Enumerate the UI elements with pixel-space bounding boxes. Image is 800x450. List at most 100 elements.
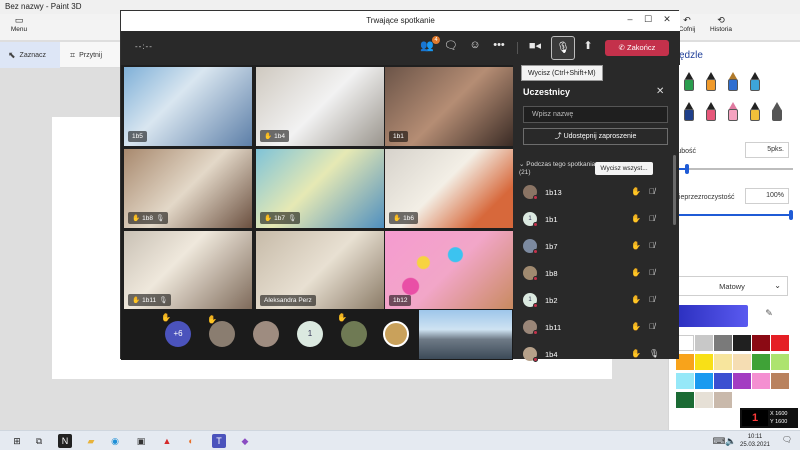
participant-row[interactable]: 1b11 ✋ 🎙̸ xyxy=(521,318,669,338)
maximize-icon[interactable]: ☐ xyxy=(641,14,655,28)
palette-color-swatch[interactable] xyxy=(752,354,770,370)
mute-all-button[interactable]: Wycisz wszyst... xyxy=(595,162,653,175)
participants-button[interactable]: 👥 4 xyxy=(417,36,440,57)
palette-color-swatch[interactable] xyxy=(695,335,713,351)
current-color-swatch[interactable] xyxy=(676,305,748,327)
video-tile[interactable]: ✋ 1b11 🎙 xyxy=(124,231,252,310)
opacity-input[interactable]: 100% xyxy=(745,188,789,204)
avatar[interactable] xyxy=(341,321,367,347)
file-explorer-icon[interactable]: ▰ xyxy=(84,434,98,448)
teams-titlebar: Trwające spotkanie – ☐ ✕ xyxy=(121,11,680,31)
participant-row[interactable]: 1 1b2 ✋ 🎙̸ xyxy=(521,291,669,311)
participants-scrollbar[interactable] xyxy=(673,155,676,225)
palette-color-swatch[interactable] xyxy=(714,373,732,389)
spray-brush[interactable] xyxy=(771,102,783,124)
crayon-brush[interactable] xyxy=(749,102,761,124)
video-tile[interactable]: ✋ 1b7 🎙 xyxy=(256,149,384,228)
paint-menu-button[interactable]: ▭ Menu xyxy=(6,14,32,40)
notification-center-button[interactable]: 🗨 xyxy=(781,435,793,447)
palette-color-swatch[interactable] xyxy=(771,335,789,351)
avatar[interactable] xyxy=(383,321,409,347)
participant-row[interactable]: 1b4 ✋ 🎙 xyxy=(521,345,669,365)
video-tile[interactable]: 1b12 xyxy=(385,231,513,310)
close-icon[interactable]: ✕ xyxy=(656,86,664,97)
select-tool[interactable]: ⬉ Zaznacz xyxy=(0,42,60,68)
pencil-brush[interactable] xyxy=(705,102,717,124)
participants-badge: 4 xyxy=(432,36,440,44)
minimize-icon[interactable]: – xyxy=(623,14,637,28)
video-tile[interactable]: Aleksandra Perz xyxy=(256,231,384,310)
more-actions-button[interactable]: ••• xyxy=(489,39,509,57)
mic-off-icon: 🎙̸ xyxy=(649,295,655,304)
task-view-icon[interactable]: ⧉ xyxy=(32,434,46,448)
palette-color-swatch[interactable] xyxy=(733,335,751,351)
reactions-button[interactable]: ☺ xyxy=(465,39,485,57)
palette-color-swatch[interactable] xyxy=(695,373,713,389)
oil-brush[interactable] xyxy=(727,72,739,94)
section-header[interactable]: ⌄ Podczas tego spotkania (21) xyxy=(519,161,595,177)
palette-color-swatch[interactable] xyxy=(714,354,732,370)
eyedropper-icon[interactable]: ✎ xyxy=(760,308,778,324)
thickness-slider[interactable] xyxy=(675,164,793,174)
close-icon[interactable]: ✕ xyxy=(660,14,674,28)
participant-row[interactable]: 1b8 ✋ 🎙̸ xyxy=(521,264,669,284)
video-tile[interactable]: ✋ 1b4 xyxy=(256,67,384,146)
palette-color-swatch[interactable] xyxy=(714,392,732,408)
notion-icon[interactable]: N xyxy=(58,434,72,448)
acrobat-icon[interactable]: ▲ xyxy=(160,434,174,448)
tile-label: 1b1 xyxy=(389,131,408,142)
palette-color-swatch[interactable] xyxy=(752,373,770,389)
palette-color-swatch[interactable] xyxy=(676,373,694,389)
participant-row[interactable]: 1 1b1 ✋ 🎙̸ xyxy=(521,210,669,230)
video-tile[interactable]: ✋ 1b8 🎙 xyxy=(124,149,252,228)
paint3d-icon[interactable]: ◆ xyxy=(238,434,252,448)
palette-color-swatch[interactable] xyxy=(676,392,694,408)
volume-icon[interactable]: 🔈 xyxy=(724,434,738,448)
avatar[interactable] xyxy=(209,321,235,347)
palette-color-swatch[interactable] xyxy=(733,354,751,370)
thickness-knob[interactable] xyxy=(685,164,690,174)
chat-button[interactable]: 🗨 xyxy=(441,39,461,57)
end-call-button[interactable]: ✆ Zakończ xyxy=(605,40,669,56)
tile-label: 1b5 xyxy=(128,131,147,142)
video-tile[interactable]: 1b5 xyxy=(124,67,252,146)
share-invite-button[interactable]: ⤴ Udostępnij zaproszenie xyxy=(523,128,668,145)
avatar[interactable]: 1 xyxy=(297,321,323,347)
self-view-video[interactable] xyxy=(419,310,512,359)
store-icon[interactable]: ▣ xyxy=(134,434,148,448)
watercolor-brush[interactable] xyxy=(749,72,761,94)
palette-color-swatch[interactable] xyxy=(771,354,789,370)
edge-icon[interactable]: ◉ xyxy=(108,434,122,448)
participant-row[interactable]: 1b7 ✋ 🎙̸ xyxy=(521,237,669,257)
palette-color-swatch[interactable] xyxy=(695,354,713,370)
opacity-slider[interactable] xyxy=(675,210,793,220)
opacity-knob[interactable] xyxy=(789,210,793,220)
palette-color-swatch[interactable] xyxy=(714,335,732,351)
teams-icon[interactable]: T xyxy=(212,434,226,448)
palette-color-swatch[interactable] xyxy=(695,392,713,408)
taskbar-clock[interactable]: 10:11 25.03.2021 xyxy=(738,433,772,449)
palette-color-swatch[interactable] xyxy=(771,373,789,389)
mic-button[interactable]: 🎙 xyxy=(551,36,575,60)
video-tile[interactable]: ✋ 1b6 xyxy=(385,149,513,228)
marker-brush[interactable] xyxy=(683,72,695,94)
history-button[interactable]: ⟲ Historia xyxy=(706,14,736,40)
windows-start-icon[interactable]: ⊞ xyxy=(10,434,24,448)
material-select[interactable]: Matowy ⌄ xyxy=(676,276,788,296)
overflow-avatar[interactable]: +6 xyxy=(165,321,191,347)
calligraphy-pen-brush[interactable] xyxy=(705,72,717,94)
palette-color-swatch[interactable] xyxy=(733,373,751,389)
eraser-brush[interactable] xyxy=(727,102,739,124)
palette-color-swatch[interactable] xyxy=(752,335,770,351)
crop-tool[interactable]: ⌗ Przytnij xyxy=(62,42,114,68)
share-screen-button[interactable]: ⬆ xyxy=(578,39,598,57)
pixel-pen-brush[interactable] xyxy=(683,102,695,124)
thickness-input[interactable]: 5pks. xyxy=(745,142,789,158)
participant-search-input[interactable]: Wpisz nazwę xyxy=(523,106,668,123)
participant-row[interactable]: 1b13 ✋ 🎙̸ xyxy=(521,183,669,203)
camera-button[interactable]: ■◂ xyxy=(525,39,545,57)
firefox-icon[interactable]: ◐ xyxy=(184,434,198,448)
video-tile[interactable]: 1b1 xyxy=(385,67,513,146)
avatar[interactable] xyxy=(253,321,279,347)
tile-label: ✋ 1b7 🎙 xyxy=(260,212,301,224)
